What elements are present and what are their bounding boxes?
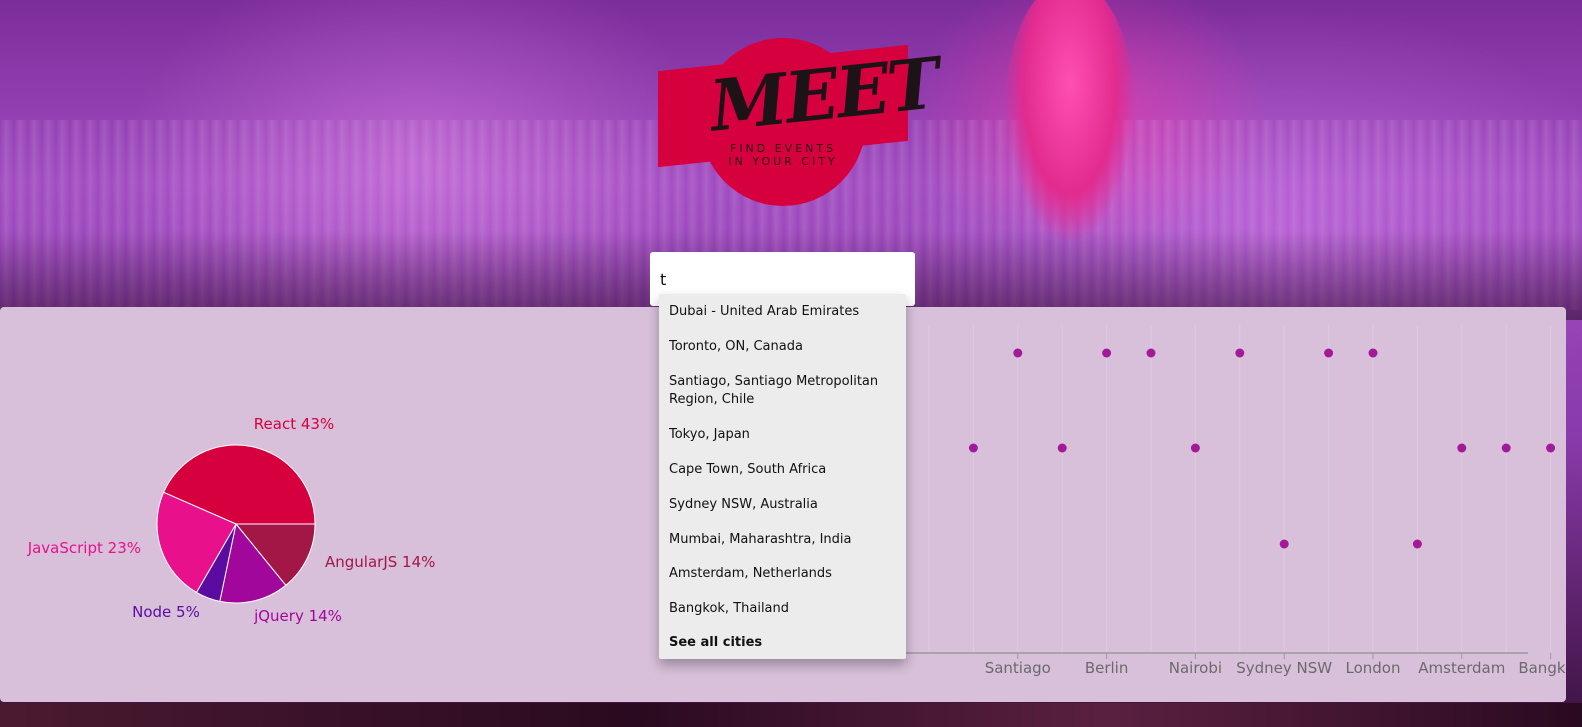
x-tick-label: Bangkok	[1518, 659, 1566, 677]
suggestion-item[interactable]: Mumbai, Maharashtra, India	[669, 531, 899, 549]
suggestion-item[interactable]: Toronto, ON, Canada	[669, 338, 899, 356]
pie-label-javascript: JavaScript 23%	[27, 539, 141, 557]
scatter-point	[1457, 443, 1467, 453]
suggestion-text: Region, Chile	[669, 392, 755, 407]
suggestion-text: Dubai - United Arab Emirates	[669, 304, 860, 319]
pie-label-node: Node 5%	[132, 603, 200, 621]
genre-pie-chart: React 43% AngularJS 14% jQuery 14% Node 5% J…	[27, 415, 436, 625]
see-all-cities-text: See all cities	[669, 635, 763, 650]
city-suggestions-list: Dubai - United Arab Emirates Toronto, ON…	[659, 294, 906, 659]
suggestion-item[interactable]: Sydney NSW, Australia	[669, 496, 899, 514]
scatter-point	[968, 443, 978, 453]
scatter-point	[1235, 348, 1245, 358]
scatter-point	[1546, 443, 1556, 453]
scatter-point	[1013, 348, 1023, 358]
hero-bottom-strip	[0, 703, 1582, 727]
see-all-cities-item[interactable]: See all cities	[669, 634, 899, 652]
scatter-point	[1324, 348, 1334, 358]
suggestion-item[interactable]: Cape Town, South Africa	[669, 461, 899, 479]
x-tick-label: Sydney NSW	[1236, 659, 1332, 677]
scatter-point	[1279, 539, 1289, 549]
suggestion-text: Sydney NSW, Australia	[669, 497, 818, 512]
scatter-point	[1412, 539, 1422, 549]
suggestion-text: Amsterdam, Netherlands	[669, 566, 832, 581]
scatter-point	[1501, 443, 1511, 453]
app-logo: MEET FIND EVENTS IN YOUR CITY	[658, 38, 942, 208]
suggestion-text: Mumbai, Maharashtra, India	[669, 532, 852, 547]
x-tick-label: Amsterdam	[1418, 659, 1505, 677]
logo-word: MEET	[706, 41, 942, 148]
scatter-point	[1368, 348, 1378, 358]
scatter-point	[1102, 348, 1112, 358]
suggestion-item[interactable]: Tokyo, Japan	[669, 426, 899, 444]
pie-label-angularjs: AngularJS 14%	[325, 553, 435, 571]
x-tick-label: Santiago	[985, 659, 1051, 677]
logo-tagline-2: IN YOUR CITY	[728, 155, 838, 168]
scatter-point	[1146, 348, 1156, 358]
pie-label-react: React 43%	[254, 415, 334, 433]
events-scatter-chart: Santiago Berlin Nairobi Sydney NSW London Ams…	[900, 325, 1566, 677]
x-tick-label: Nairobi	[1169, 659, 1222, 677]
x-tick-label: London	[1346, 659, 1401, 677]
pie-label-jquery: jQuery 14%	[253, 607, 342, 625]
scatter-point	[1190, 443, 1200, 453]
logo-tagline-1: FIND EVENTS	[729, 142, 837, 155]
scatter-point	[1057, 443, 1067, 453]
suggestion-text: Cape Town, South Africa	[669, 462, 827, 477]
suggestion-item[interactable]: Dubai - United Arab Emirates	[669, 303, 899, 321]
suggestion-text: Toronto, ON, Canada	[669, 339, 803, 354]
suggestion-item[interactable]: Bangkok, Thailand	[669, 600, 899, 618]
suggestion-item[interactable]: Amsterdam, Netherlands	[669, 565, 899, 583]
x-tick-label: Berlin	[1085, 659, 1129, 677]
suggestion-text: Bangkok, Thailand	[669, 601, 790, 616]
suggestion-text: Tokyo, Japan	[669, 427, 750, 442]
suggestion-text: Santiago, Santiago Metropolitan	[669, 374, 879, 389]
suggestion-item[interactable]: Santiago, Santiago Metropolitan Region, …	[669, 373, 899, 409]
